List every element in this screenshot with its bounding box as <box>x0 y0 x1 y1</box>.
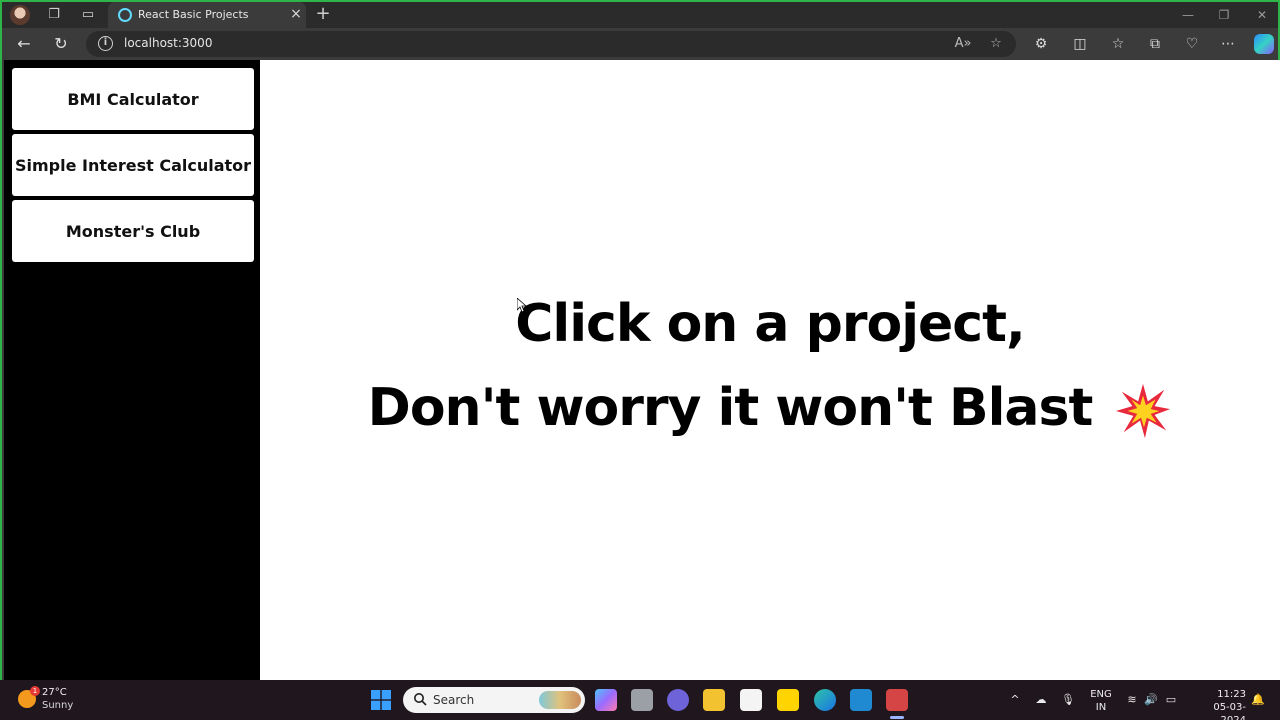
react-favicon-icon <box>118 8 132 22</box>
url-text[interactable]: localhost:3000 <box>124 36 212 50</box>
active-app-icon[interactable] <box>886 689 908 711</box>
notifications-bell-icon[interactable]: 🔔 <box>1250 692 1266 708</box>
collision-icon <box>1116 383 1171 439</box>
extensions-icon[interactable]: ⚙ <box>1030 34 1052 54</box>
hero-line-2-text: Don't worry it won't Blast <box>367 378 1094 438</box>
clock-time: 11:23 <box>1217 689 1246 700</box>
active-app-indicator <box>890 716 904 719</box>
system-clock[interactable]: 11:23 05-03-2024 <box>1190 688 1246 720</box>
task-view-icon[interactable] <box>631 689 653 711</box>
edge-browser-icon[interactable] <box>814 689 836 711</box>
more-options-icon[interactable]: ⋯ <box>1217 34 1239 54</box>
window-close-icon[interactable]: ✕ <box>1252 6 1272 24</box>
collections-icon[interactable]: ⧉ <box>1144 34 1166 54</box>
clock-date: 05-03-2024 <box>1213 702 1246 720</box>
input-language[interactable]: ENG IN <box>1090 688 1112 714</box>
tray-overflow-chevron-icon[interactable]: ^ <box>1007 692 1023 708</box>
teams-chat-icon[interactable] <box>667 689 689 711</box>
windows-taskbar: 1 27°C Sunny Search ^ ☁ 🎙 ENG IN ≋ 🔊 ▭ 1… <box>0 680 1280 720</box>
favorite-star-icon[interactable]: ☆ <box>987 35 1005 53</box>
project-button-monsters-club[interactable]: Monster's Club <box>12 200 254 262</box>
microphone-icon[interactable]: 🎙 <box>1060 692 1076 708</box>
search-highlight-art-icon <box>539 691 581 709</box>
browser-essentials-icon[interactable]: ♡ <box>1181 34 1203 54</box>
search-label: Search <box>433 693 475 707</box>
welcome-message: Click on a project, Don't worry it won't… <box>260 60 1280 680</box>
file-explorer-icon[interactable] <box>703 689 725 711</box>
language-code: ENG <box>1090 689 1112 700</box>
mouse-cursor-icon <box>517 298 527 313</box>
hero-line-1: Click on a project, <box>515 294 1025 354</box>
region-code: IN <box>1095 702 1107 713</box>
workspaces-icon[interactable]: ❐ <box>45 6 63 24</box>
close-tab-icon[interactable]: × <box>288 6 304 22</box>
tab-title: React Basic Projects <box>138 8 249 21</box>
address-bar: ← ↻ i localhost:3000 A» ☆ ⚙ ◫ ☆ ⧉ ♡ ⋯ <box>2 28 1278 60</box>
wifi-icon[interactable]: ≋ <box>1124 692 1140 708</box>
copilot-icon[interactable] <box>1254 34 1274 54</box>
copilot-app-icon[interactable] <box>595 689 617 711</box>
weather-badge: 1 <box>30 686 40 696</box>
browser-window: ❐ ▭ React Basic Projects × + — ❐ ✕ ← ↻ i… <box>0 0 1280 680</box>
back-arrow-icon[interactable]: ← <box>13 34 35 54</box>
battery-icon[interactable]: ▭ <box>1163 692 1179 708</box>
tab-actions-icon[interactable]: ▭ <box>79 6 97 24</box>
split-screen-icon[interactable]: ◫ <box>1069 34 1091 54</box>
weather-description[interactable]: Sunny <box>42 700 73 711</box>
restore-icon[interactable]: ❐ <box>1214 6 1234 24</box>
microsoft-store-icon[interactable] <box>740 689 762 711</box>
project-button-simple-interest-calculator[interactable]: Simple Interest Calculator <box>12 134 254 196</box>
profile-avatar[interactable] <box>10 5 30 25</box>
project-button-bmi-calculator[interactable]: BMI Calculator <box>12 68 254 130</box>
refresh-icon[interactable]: ↻ <box>50 34 72 54</box>
tab-bar: ❐ ▭ React Basic Projects × + — ❐ ✕ <box>2 2 1278 28</box>
windows-start-icon[interactable] <box>371 690 391 710</box>
url-box[interactable]: i localhost:3000 A» ☆ <box>86 31 1016 57</box>
favorites-icon[interactable]: ☆ <box>1107 34 1129 54</box>
taskbar-search-box[interactable]: Search <box>403 687 585 713</box>
weather-temperature[interactable]: 27°C <box>42 687 67 698</box>
new-tab-icon[interactable]: + <box>314 4 332 24</box>
onedrive-cloud-icon[interactable]: ☁ <box>1033 692 1049 708</box>
read-aloud-icon[interactable]: A» <box>954 35 972 53</box>
tab-react-basic-projects[interactable]: React Basic Projects × <box>108 2 306 28</box>
minimize-icon[interactable]: — <box>1178 6 1198 24</box>
site-info-icon[interactable]: i <box>98 36 113 51</box>
project-sidebar: BMI Calculator Simple Interest Calculato… <box>4 60 260 680</box>
vscode-icon[interactable] <box>850 689 872 711</box>
volume-icon[interactable]: 🔊 <box>1143 692 1159 708</box>
page-viewport: BMI Calculator Simple Interest Calculato… <box>4 60 1280 680</box>
search-icon <box>414 693 427 706</box>
hero-line-2: Don't worry it won't Blast <box>260 378 1280 440</box>
sticky-notes-icon[interactable] <box>777 689 799 711</box>
